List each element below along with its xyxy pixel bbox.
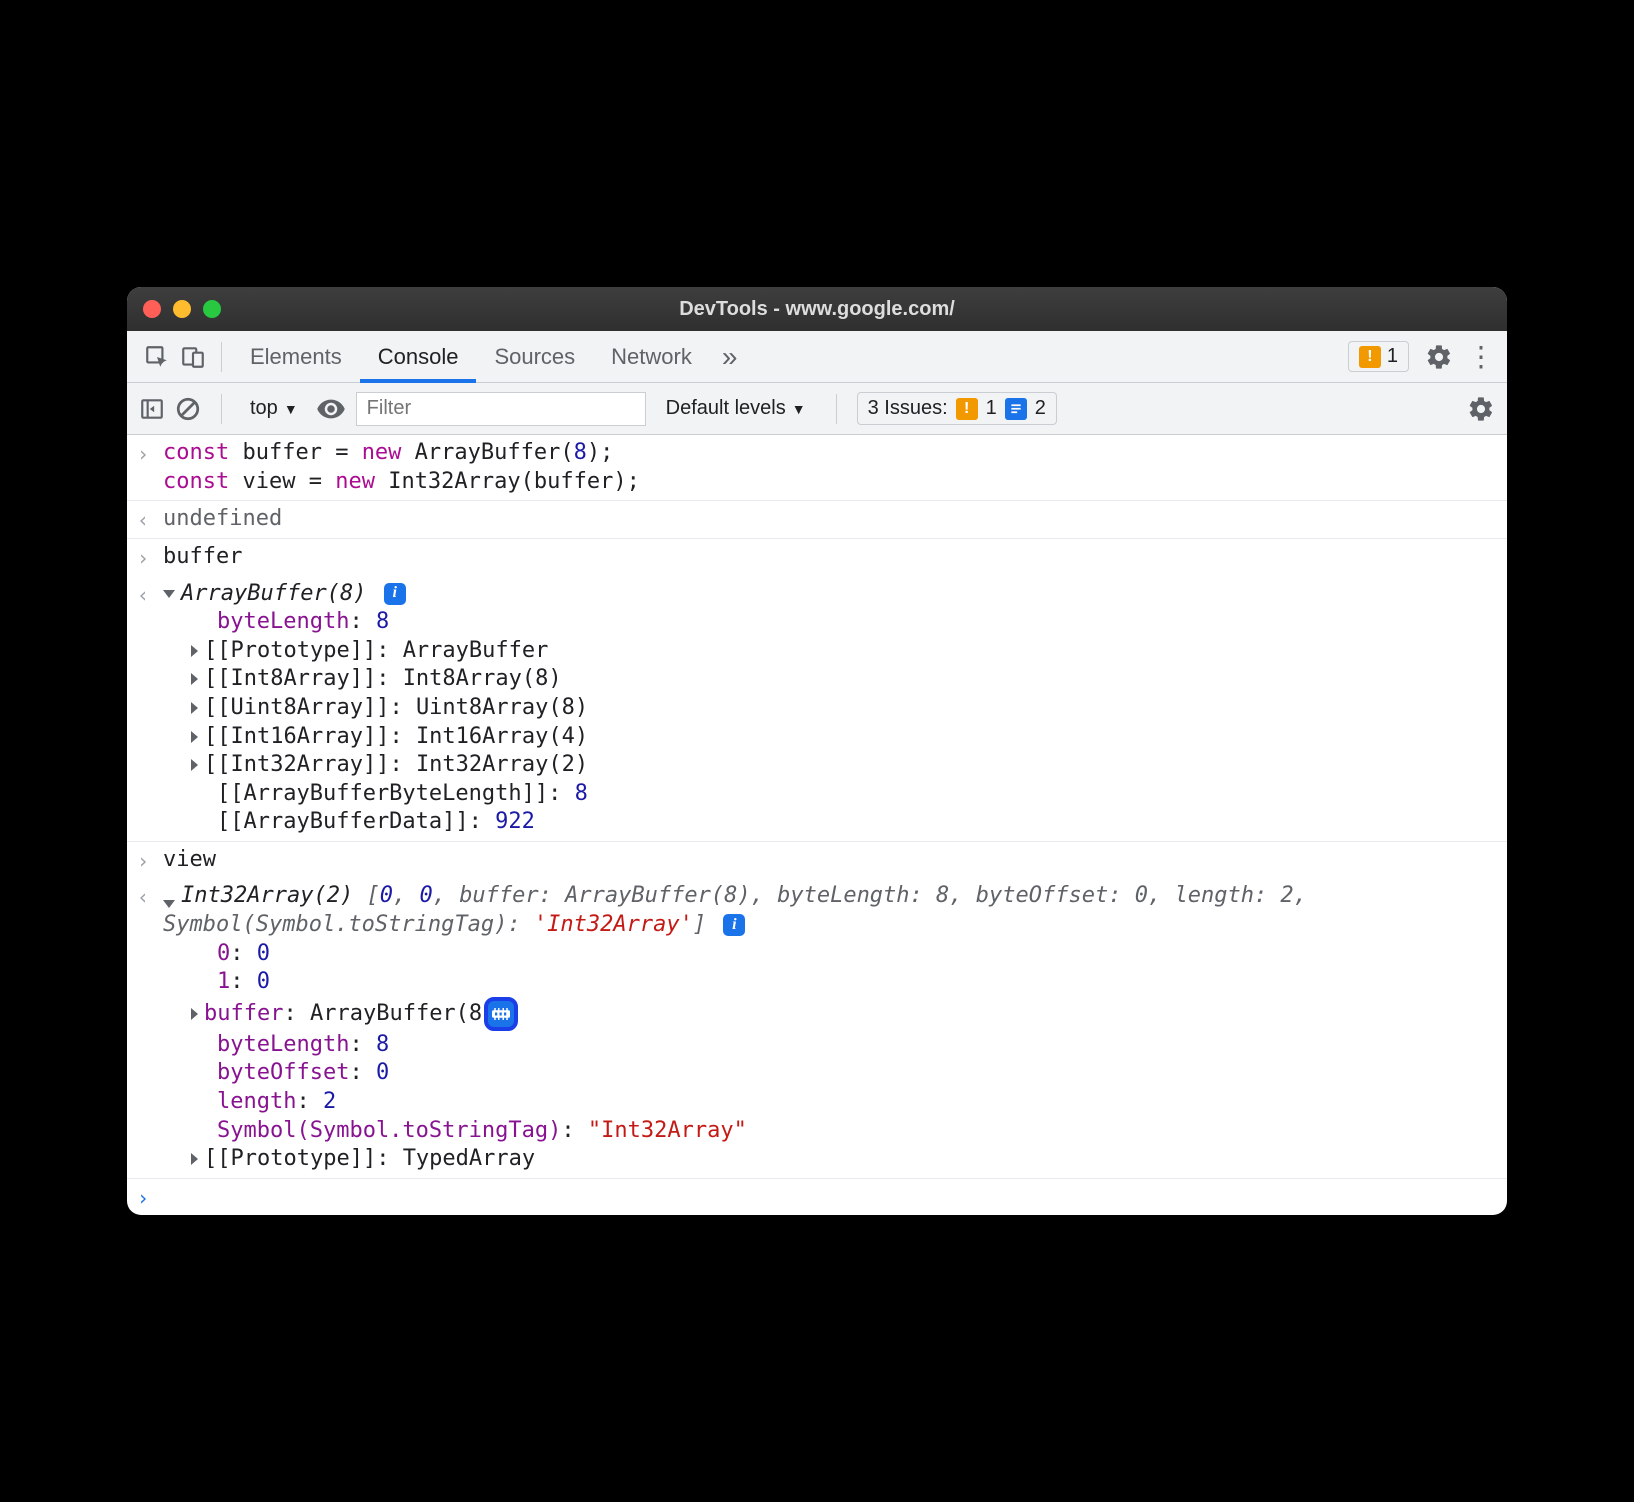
main-toolbar: Elements Console Sources Network » ! 1 ⋮ bbox=[127, 331, 1507, 383]
object-property[interactable]: length: 2 bbox=[163, 1088, 1507, 1117]
console-output: › const buffer = new ArrayBuffer(8); con… bbox=[127, 435, 1507, 1215]
input-chevron-icon: › bbox=[137, 848, 149, 874]
warning-icon: ! bbox=[1359, 346, 1381, 368]
object-property[interactable]: [[Prototype]]: ArrayBuffer bbox=[163, 637, 1507, 666]
info-icon[interactable]: i bbox=[384, 583, 406, 605]
issues-info-count: 2 bbox=[1035, 397, 1046, 420]
object-property[interactable]: [[Int32Array]]: Int32Array(2) bbox=[163, 751, 1507, 780]
code-line: view bbox=[163, 847, 216, 872]
object-property[interactable]: byteLength: 8 bbox=[163, 1031, 1507, 1060]
issues-button[interactable]: 3 Issues: ! 1 2 bbox=[857, 392, 1057, 425]
warnings-badge[interactable]: ! 1 bbox=[1348, 341, 1409, 372]
more-tabs-icon[interactable]: » bbox=[710, 331, 750, 382]
disclosure-triangle-icon[interactable] bbox=[191, 645, 198, 657]
window-title: DevTools - www.google.com/ bbox=[127, 298, 1507, 321]
info-icon[interactable]: i bbox=[723, 914, 745, 936]
disclosure-triangle-icon[interactable] bbox=[163, 900, 175, 908]
input-chevron-icon: › bbox=[137, 441, 149, 467]
object-property[interactable]: [[Int8Array]]: Int8Array(8) bbox=[163, 665, 1507, 694]
warning-icon: ! bbox=[956, 398, 978, 420]
panel-tabs: Elements Console Sources Network » bbox=[232, 331, 749, 382]
code-line: buffer bbox=[163, 544, 242, 569]
levels-label: Default levels bbox=[666, 397, 786, 420]
chevron-down-icon: ▼ bbox=[284, 401, 298, 417]
tab-console[interactable]: Console bbox=[360, 331, 477, 382]
disclosure-triangle-icon[interactable] bbox=[191, 731, 198, 743]
object-property[interactable]: [[Uint8Array]]: Uint8Array(8) bbox=[163, 694, 1507, 723]
object-header[interactable]: ArrayBuffer(8) i bbox=[163, 580, 1507, 609]
object-property[interactable]: 1: 0 bbox=[163, 968, 1507, 997]
memory-inspector-icon[interactable] bbox=[484, 997, 518, 1031]
issues-warn-count: 1 bbox=[986, 397, 997, 420]
chevron-down-icon: ▼ bbox=[792, 401, 806, 417]
undefined-result: undefined bbox=[163, 506, 282, 531]
input-chevron-icon: › bbox=[137, 545, 149, 571]
object-property[interactable]: byteOffset: 0 bbox=[163, 1059, 1507, 1088]
console-input-entry: › buffer bbox=[127, 539, 1507, 576]
disclosure-triangle-icon[interactable] bbox=[191, 759, 198, 771]
tab-network[interactable]: Network bbox=[593, 331, 710, 382]
device-toggle-icon[interactable] bbox=[175, 339, 211, 375]
issues-label: 3 Issues: bbox=[868, 397, 948, 420]
output-chevron-icon: ‹ bbox=[137, 582, 149, 608]
object-property-buffer[interactable]: buffer: ArrayBuffer(8 bbox=[163, 997, 1507, 1031]
console-input-entry: › const buffer = new ArrayBuffer(8); con… bbox=[127, 435, 1507, 501]
prompt-chevron-icon: › bbox=[137, 1185, 149, 1211]
info-icon bbox=[1005, 398, 1027, 420]
console-prompt[interactable]: › bbox=[127, 1179, 1507, 1215]
output-chevron-icon: ‹ bbox=[137, 884, 149, 910]
object-property[interactable]: 0: 0 bbox=[163, 940, 1507, 969]
divider bbox=[836, 394, 837, 424]
context-label: top bbox=[250, 397, 278, 420]
console-toolbar: top ▼ Default levels ▼ 3 Issues: ! 1 2 bbox=[127, 383, 1507, 435]
code-line: const view = new Int32Array(buffer); bbox=[163, 468, 1507, 497]
show-console-sidebar-icon[interactable] bbox=[139, 396, 165, 422]
settings-icon[interactable] bbox=[1425, 343, 1453, 371]
tab-sources[interactable]: Sources bbox=[476, 331, 593, 382]
log-levels-selector[interactable]: Default levels ▼ bbox=[656, 397, 816, 420]
disclosure-triangle-icon[interactable] bbox=[191, 673, 198, 685]
object-property[interactable]: [[Int16Array]]: Int16Array(4) bbox=[163, 723, 1507, 752]
console-settings-icon[interactable] bbox=[1467, 395, 1495, 423]
object-property[interactable]: byteLength: 8 bbox=[163, 608, 1507, 637]
warning-count: 1 bbox=[1387, 345, 1398, 368]
divider bbox=[221, 342, 222, 372]
console-result-object[interactable]: ‹ Int32Array(2) [0, 0, buffer: ArrayBuff… bbox=[127, 878, 1507, 1178]
console-result-object[interactable]: ‹ ArrayBuffer(8) i byteLength: 8 [[Proto… bbox=[127, 576, 1507, 842]
object-property[interactable]: [[ArrayBufferData]]: 922 bbox=[163, 808, 1507, 837]
divider bbox=[221, 394, 222, 424]
disclosure-triangle-icon[interactable] bbox=[191, 702, 198, 714]
output-chevron-icon: ‹ bbox=[137, 507, 149, 533]
context-selector[interactable]: top ▼ bbox=[242, 397, 306, 420]
object-header[interactable]: Int32Array(2) [0, 0, buffer: ArrayBuffer… bbox=[163, 882, 1507, 939]
object-property[interactable]: Symbol(Symbol.toStringTag): "Int32Array" bbox=[163, 1117, 1507, 1146]
disclosure-triangle-icon[interactable] bbox=[163, 590, 175, 598]
titlebar: DevTools - www.google.com/ bbox=[127, 287, 1507, 331]
code-line: const buffer = new ArrayBuffer(8); bbox=[163, 439, 1507, 468]
console-input-entry: › view bbox=[127, 842, 1507, 879]
live-expression-icon[interactable] bbox=[316, 394, 346, 424]
kebab-menu-icon[interactable]: ⋮ bbox=[1467, 340, 1495, 373]
clear-console-icon[interactable] bbox=[175, 396, 201, 422]
disclosure-triangle-icon[interactable] bbox=[191, 1008, 198, 1020]
console-result: ‹ undefined bbox=[127, 501, 1507, 539]
object-property[interactable]: [[Prototype]]: TypedArray bbox=[163, 1145, 1507, 1174]
devtools-window: DevTools - www.google.com/ Elements Cons… bbox=[127, 287, 1507, 1215]
object-property[interactable]: [[ArrayBufferByteLength]]: 8 bbox=[163, 780, 1507, 809]
filter-input[interactable] bbox=[356, 392, 646, 426]
inspect-icon[interactable] bbox=[139, 339, 175, 375]
tab-elements[interactable]: Elements bbox=[232, 331, 360, 382]
disclosure-triangle-icon[interactable] bbox=[191, 1153, 198, 1165]
